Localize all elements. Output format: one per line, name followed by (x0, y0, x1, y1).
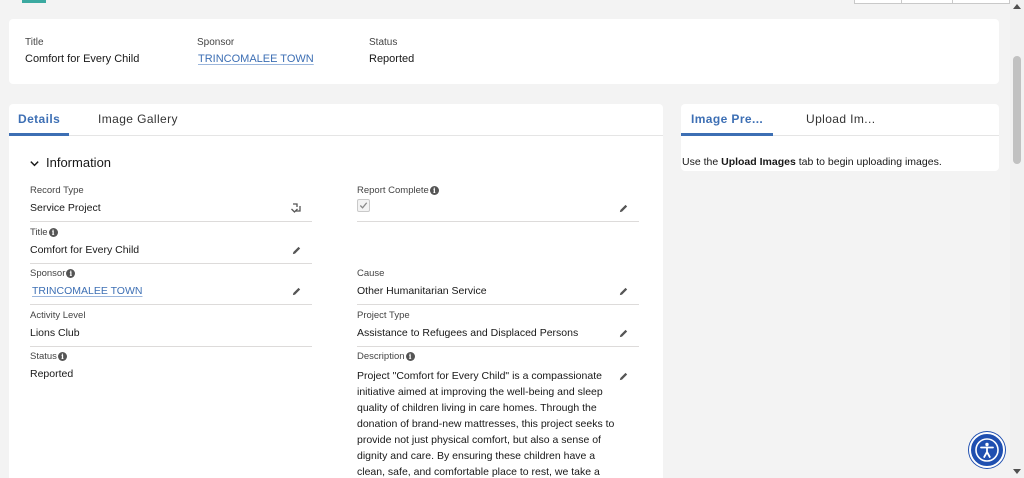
upload-hint-bold: Upload Images (721, 156, 796, 168)
report-complete-checkbox (357, 199, 370, 212)
sponsor-label-text: Sponsor (30, 268, 66, 279)
accessibility-button[interactable] (969, 432, 1005, 468)
field-report-complete: Report Complete i (357, 185, 639, 222)
report-complete-label: Report Complete i (357, 185, 639, 196)
highlight-sponsor-label: Sponsor (197, 37, 235, 48)
scrollbar-thumb[interactable] (1013, 56, 1021, 164)
highlight-status-value: Reported (369, 53, 415, 65)
information-section-toggle[interactable]: Information (29, 155, 111, 170)
info-icon[interactable]: i (57, 352, 67, 361)
activity-level-value: Lions Club (30, 327, 80, 339)
scroll-up-icon[interactable] (1013, 4, 1021, 9)
header-action-button-3[interactable] (952, 0, 1010, 4)
field-activity-level: Activity Level Lions Club (30, 310, 312, 347)
highlight-sponsor: Sponsor TRINCOMALEE TOWN (197, 37, 314, 65)
chevron-down-icon (30, 161, 39, 167)
sponsor-link[interactable]: TRINCOMALEE TOWN (32, 285, 142, 297)
pencil-icon[interactable] (618, 371, 629, 382)
title-label: Title i (30, 227, 312, 238)
highlight-sponsor-link[interactable]: TRINCOMALEE TOWN (198, 53, 314, 65)
field-record-type: Record Type Service Project (30, 185, 312, 222)
scroll-down-icon[interactable] (1013, 469, 1021, 474)
tab-image-preview[interactable]: Image Pre... (681, 104, 774, 136)
highlight-title-label: Title (25, 37, 44, 48)
field-description: Description i Project "Comfort for Every … (357, 351, 639, 478)
check-icon (359, 202, 368, 209)
details-card: Details Image Gallery Information Record… (9, 104, 663, 478)
tab-image-gallery[interactable]: Image Gallery (98, 104, 178, 136)
header-action-buttons (854, 0, 1010, 4)
pencil-icon[interactable] (618, 328, 629, 339)
header-action-button-2[interactable] (901, 0, 953, 4)
header-action-button-1[interactable] (854, 0, 902, 4)
accessibility-icon (975, 438, 999, 462)
title-label-text: Title (30, 227, 48, 238)
project-type-label: Project Type (357, 310, 410, 321)
pencil-icon[interactable] (291, 286, 302, 297)
description-label-text: Description (357, 351, 405, 362)
status-value: Reported (30, 368, 74, 380)
cause-label: Cause (357, 268, 385, 279)
status-label-text: Status (30, 351, 57, 362)
cause-value: Other Humanitarian Service (357, 285, 487, 297)
title-value: Comfort for Every Child (30, 244, 140, 256)
upload-hint: Use the Upload Images tab to begin uploa… (682, 156, 942, 168)
upload-hint-suffix: tab to begin uploading images. (795, 156, 942, 168)
description-label: Description i (357, 351, 639, 362)
image-panel: Image Pre... Upload Im... Use the Upload… (681, 104, 999, 171)
info-icon[interactable]: i (66, 269, 76, 278)
highlight-status-label: Status (369, 37, 398, 48)
field-status: Status i Reported (30, 351, 312, 391)
pencil-icon[interactable] (618, 203, 629, 214)
report-complete-label-text: Report Complete (357, 185, 429, 196)
field-sponsor: Sponsor i TRINCOMALEE TOWN (30, 268, 312, 305)
field-cause: Cause Other Humanitarian Service (357, 268, 639, 305)
pencil-icon[interactable] (618, 286, 629, 297)
upload-hint-prefix: Use the (682, 156, 722, 168)
status-label: Status i (30, 351, 312, 362)
page-scrollbar[interactable] (1010, 0, 1024, 478)
info-icon[interactable]: i (48, 228, 58, 237)
field-title: Title i Comfort for Every Child (30, 227, 312, 264)
sponsor-label: Sponsor i (30, 268, 312, 279)
tab-details[interactable]: Details (9, 104, 70, 136)
highlight-status: Status Reported (369, 37, 414, 65)
highlight-title: Title Comfort for Every Child (25, 37, 139, 65)
section-title: Information (46, 155, 112, 170)
pencil-icon[interactable] (291, 245, 302, 256)
main-tabs: Details Image Gallery (9, 104, 663, 136)
description-value: Project "Comfort for Every Child" is a c… (357, 370, 615, 478)
info-icon[interactable]: i (429, 186, 439, 195)
project-type-value: Assistance to Refugees and Displaced Per… (357, 327, 579, 339)
object-logo-icon (22, 0, 46, 3)
top-bar (0, 0, 1010, 10)
activity-level-label: Activity Level (30, 310, 86, 321)
record-type-label: Record Type (30, 185, 84, 196)
highlight-title-value: Comfort for Every Child (25, 53, 140, 65)
tab-upload-images[interactable]: Upload Im... (806, 104, 876, 136)
highlights-panel: Title Comfort for Every Child Sponsor TR… (9, 19, 999, 84)
record-type-value: Service Project (30, 202, 101, 214)
field-project-type: Project Type Assistance to Refugees and … (357, 310, 639, 347)
image-tabs: Image Pre... Upload Im... (681, 104, 999, 136)
change-record-type-icon[interactable] (290, 202, 302, 214)
info-icon[interactable]: i (405, 352, 415, 361)
